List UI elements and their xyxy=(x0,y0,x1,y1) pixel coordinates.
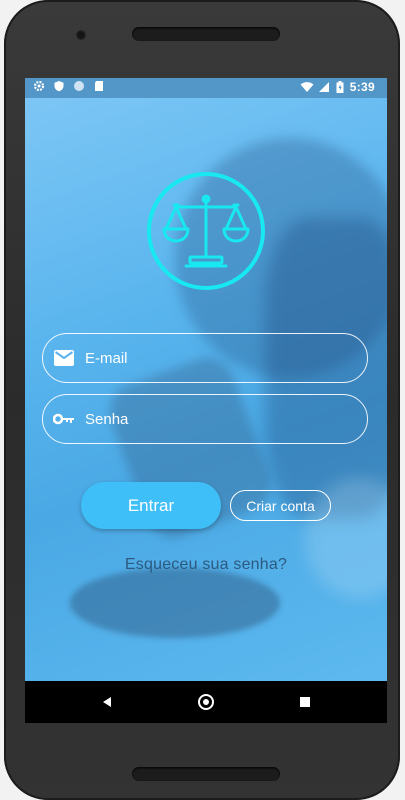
password-input[interactable] xyxy=(83,409,367,429)
navigation-bar xyxy=(25,681,387,723)
back-icon[interactable] xyxy=(97,692,117,712)
sd-card-icon xyxy=(93,80,105,92)
bottom-speaker xyxy=(132,767,280,781)
shield-icon xyxy=(53,80,65,92)
battery-icon xyxy=(336,81,344,93)
gear-icon xyxy=(33,80,45,92)
create-account-button[interactable]: Criar conta xyxy=(230,490,331,521)
scales-of-justice-icon xyxy=(146,171,266,291)
forgot-password-link[interactable]: Esqueceu sua senha? xyxy=(25,556,387,574)
status-bar: 5:39 xyxy=(25,78,387,98)
phone-frame: 5:39 E-mail Entrar Criar conta Esqueceu … xyxy=(4,0,400,800)
front-camera xyxy=(76,30,86,40)
status-time: 5:39 xyxy=(349,80,375,94)
signal-icon xyxy=(318,81,330,93)
email-field[interactable] xyxy=(42,333,368,383)
wifi-icon xyxy=(300,81,314,93)
password-field[interactable] xyxy=(42,394,368,444)
recents-icon[interactable] xyxy=(295,692,315,712)
email-icon xyxy=(53,347,75,369)
circle-icon xyxy=(73,80,85,92)
login-button[interactable]: Entrar xyxy=(81,482,221,529)
top-speaker xyxy=(132,27,280,41)
key-icon xyxy=(53,408,75,430)
screen: 5:39 E-mail Entrar Criar conta Esqueceu … xyxy=(25,78,387,723)
email-input[interactable] xyxy=(83,348,367,368)
home-icon[interactable] xyxy=(196,692,216,712)
